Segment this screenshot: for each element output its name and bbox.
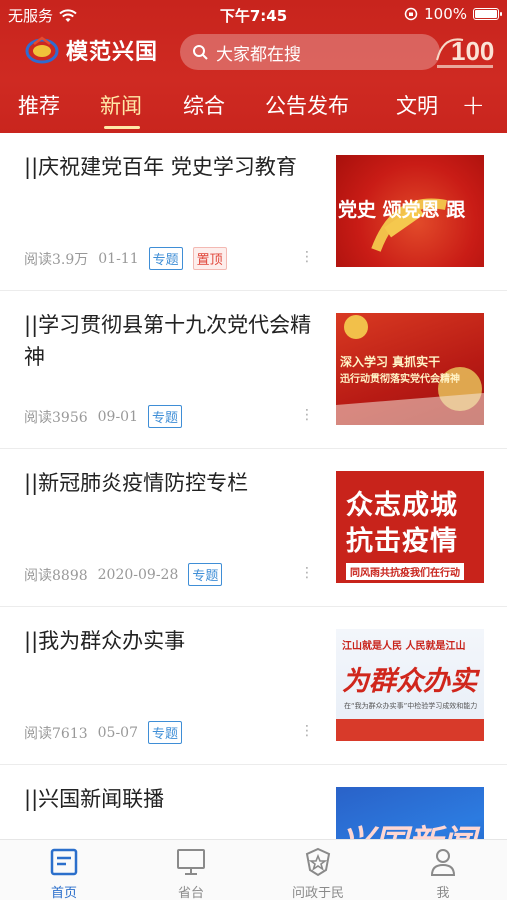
topic-badge: 专题 (148, 405, 183, 428)
read-count: 阅读7613 (24, 725, 88, 742)
bottom-tab-bar: 首页 省台 问政于民 我 (0, 839, 507, 900)
article-title[interactable]: ||我为群众办实事 (24, 625, 314, 657)
tab-news[interactable]: 新闻 (100, 90, 142, 120)
person-icon (430, 849, 456, 876)
shield-star-icon (305, 847, 331, 877)
search-placeholder: 大家都在搜 (216, 44, 301, 65)
tab-recommend[interactable]: 推荐 (18, 90, 60, 120)
topic-badge: 专题 (148, 247, 183, 270)
list-item[interactable]: ||新冠肺炎疫情防控专栏 阅读8898 2020-09-28 专题 ⋮ 众志成城… (0, 449, 507, 607)
list-item[interactable]: ||兴国新闻联播 兴国新闻 (0, 765, 507, 839)
thumbnail-caption-2: 抗击疫情 (346, 526, 458, 557)
tabbar-label: 省台 (177, 886, 204, 900)
article-meta: 阅读7613 05-07 专题 (24, 721, 183, 744)
article-title[interactable]: ||兴国新闻联播 (24, 783, 314, 815)
tabbar-province-tv[interactable]: 省台 (146, 846, 236, 900)
tabbar-me[interactable]: 我 (398, 846, 488, 900)
thumbnail-caption: 深入学习 真抓实干 (340, 355, 441, 369)
read-count: 阅读3956 (24, 409, 88, 426)
status-bar: 无服务 下午7:45 100% (0, 0, 507, 28)
tabbar-ask-government[interactable]: 问政于民 (273, 846, 363, 900)
thumbnail-subcaption: 迅行动贯彻落实党代会精神 (340, 374, 460, 385)
article-title[interactable]: ||新冠肺炎疫情防控专栏 (24, 467, 314, 499)
thumbnail-subcaption: 在“我为群众办实事”中检验学习成效和能力 (344, 702, 478, 710)
thumbnail-caption: 党史 颂党恩 跟 (338, 199, 466, 221)
category-tabs: 推荐 新闻 综合 公告发布 文明 + (0, 86, 507, 130)
list-item[interactable]: ||庆祝建党百年 党史学习教育 阅读3.9万 01-11 专题 置顶 ⋮ 党史 … (0, 133, 507, 291)
list-item[interactable]: ||学习贯彻县第十九次党代会精神 阅读3956 09-01 专题 ⋮ 深入学习 … (0, 291, 507, 449)
add-tab-button[interactable]: + (462, 88, 485, 121)
article-thumbnail[interactable]: 众志成城 抗击疫情 同风雨共抗疫我们在行动 (336, 471, 484, 583)
tabbar-home[interactable]: 首页 (19, 846, 109, 900)
list-item[interactable]: ||我为群众办实事 阅读7613 05-07 专题 ⋮ 江山就是人民 人民就是江… (0, 607, 507, 765)
article-meta: 阅读3.9万 01-11 专题 置顶 (24, 247, 227, 270)
topic-badge: 专题 (188, 563, 223, 586)
article-thumbnail[interactable]: 兴国新闻 (336, 787, 484, 839)
publish-date: 01-11 (98, 250, 139, 267)
tabbar-label: 我 (436, 886, 450, 900)
thumbnail-banner-strip (336, 719, 484, 741)
battery-icon (473, 8, 502, 20)
active-tab-indicator (104, 126, 140, 129)
more-options-icon[interactable]: ⋮ (300, 565, 314, 581)
pinned-badge: 置顶 (192, 247, 227, 270)
publish-date: 2020-09-28 (97, 566, 179, 583)
news-feed: ||庆祝建党百年 党史学习教育 阅读3.9万 01-11 专题 置顶 ⋮ 党史 … (0, 133, 507, 839)
app-header: 无服务 下午7:45 100% 模范兴国 大家都在搜 100 推荐 新闻 综合 … (0, 0, 507, 133)
tabbar-label: 首页 (50, 886, 77, 900)
more-options-icon[interactable]: ⋮ (300, 249, 314, 265)
thumbnail-caption: 江山就是人民 人民就是江山 (342, 641, 466, 652)
search-icon (193, 45, 208, 60)
search-bar[interactable]: 大家都在搜 (180, 34, 440, 70)
article-meta: 阅读3956 09-01 专题 (24, 405, 183, 428)
article-thumbnail[interactable]: 深入学习 真抓实干 迅行动贯彻落实党代会精神 (336, 313, 484, 425)
article-thumbnail[interactable]: 江山就是人民 人民就是江山 为群众办实 在“我为群众办实事”中检验学习成效和能力 (336, 629, 484, 741)
publish-date: 09-01 (97, 408, 138, 425)
thumbnail-caption: 兴国新闻 (340, 815, 476, 839)
tab-civilization[interactable]: 文明 (396, 90, 438, 120)
battery-percent: 100% (424, 5, 467, 23)
article-meta: 阅读8898 2020-09-28 专题 (24, 563, 223, 586)
read-count: 阅读8898 (24, 567, 88, 584)
thumbnail-subcaption: 同风雨共抗疫我们在行动 (346, 563, 464, 580)
orientation-lock-icon (404, 7, 418, 21)
read-count: 阅读3.9万 (24, 251, 89, 268)
article-title[interactable]: ||庆祝建党百年 党史学习教育 (24, 151, 314, 183)
news-icon (50, 848, 78, 876)
monitor-icon (177, 849, 205, 875)
thumbnail-caption: 众志成城 (346, 490, 458, 521)
tab-general[interactable]: 综合 (183, 90, 225, 120)
article-thumbnail[interactable]: 党史 颂党恩 跟 (336, 155, 484, 267)
svg-text:100: 100 (451, 36, 494, 66)
publish-date: 05-07 (97, 724, 138, 741)
app-name: 模范兴国 (66, 40, 159, 65)
topic-badge: 专题 (148, 721, 183, 744)
article-title[interactable]: ||学习贯彻县第十九次党代会精神 (24, 309, 314, 373)
logo-emblem-icon (25, 36, 59, 64)
more-options-icon[interactable]: ⋮ (300, 723, 314, 739)
tabbar-label: 问政于民 (291, 886, 344, 900)
tab-announcements[interactable]: 公告发布 (265, 90, 349, 120)
centenary-emblem-icon: 100 (436, 36, 494, 68)
thumbnail-headline: 为群众办实 (342, 666, 477, 697)
more-options-icon[interactable]: ⋮ (300, 407, 314, 423)
app-logo: 模范兴国 (24, 34, 158, 66)
